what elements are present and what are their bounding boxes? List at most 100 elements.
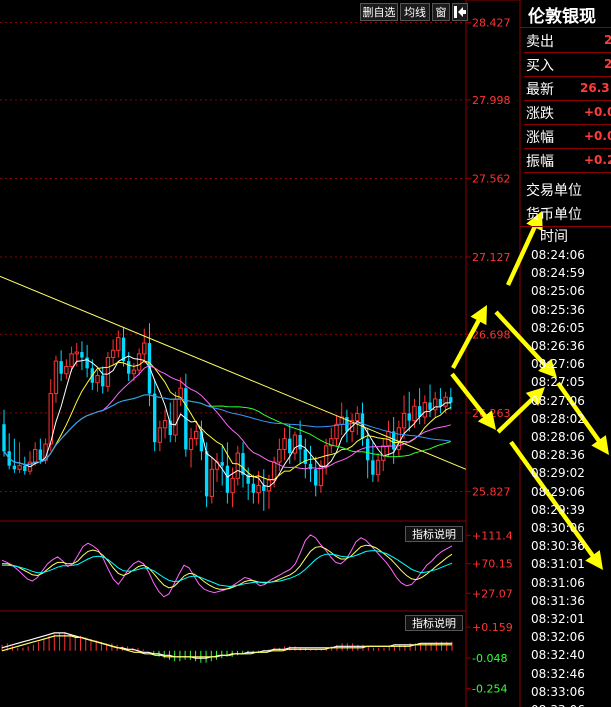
main-y-tick-label: 27.127 — [472, 251, 511, 264]
tick-time: 08:32:01 — [531, 612, 585, 626]
candle-body-up — [271, 461, 277, 481]
candle-body-up — [64, 365, 69, 375]
quote-row: 买入 2 — [524, 52, 611, 77]
candle-body-down — [428, 402, 432, 410]
candle-body-up — [412, 405, 417, 422]
ind2-y-tick-label: -0.048 — [472, 652, 507, 665]
candle-body-up — [282, 438, 287, 450]
candle-body-down — [391, 431, 396, 450]
candle-body-up — [136, 353, 142, 371]
candle-body-up — [375, 459, 381, 476]
ind1-series-1 — [2, 544, 453, 590]
quote-value: 26.3 — [580, 81, 610, 95]
candle-body-down — [371, 460, 375, 475]
quote-value: +0.0 — [584, 129, 611, 143]
main-y-tick-label: 26.698 — [472, 328, 511, 341]
candle-body-down — [12, 465, 17, 470]
candle-body-up — [74, 351, 79, 355]
chart-window: { "toolbar": { "delete_watch": "删自选", "m… — [0, 0, 611, 707]
quote-label: 涨跌 — [526, 106, 554, 122]
quote-value: +0.2 — [584, 153, 611, 167]
candle-body-up — [334, 423, 339, 440]
candle-body-down — [298, 435, 302, 450]
tick-time: 08:31:01 — [531, 557, 585, 572]
candle-body-up — [194, 430, 199, 440]
tick-time: 08:27:06 — [531, 393, 585, 408]
candle-body-up — [32, 448, 38, 463]
candle-body-down — [288, 438, 292, 454]
candle-body-up — [142, 342, 147, 355]
candle-body-up — [230, 477, 235, 494]
tick-time: 08:26:36 — [531, 339, 585, 353]
tick-time: 08:33:06 — [531, 703, 585, 707]
quote-value: 2 — [604, 57, 611, 71]
tick-time: 08:27:06 — [531, 357, 585, 372]
candle-body-down — [127, 361, 131, 374]
tick-time: 08:25:36 — [531, 302, 585, 317]
candle-body-down — [241, 453, 245, 475]
candle-body-up — [401, 412, 407, 429]
tick-time: 08:32:06 — [531, 630, 585, 645]
candle-body-up — [386, 430, 391, 447]
quote-label: 卖出 — [526, 34, 554, 50]
ind1-y-tick-label: +70.15 — [472, 558, 513, 571]
ind1-y-tick-label: +27.07 — [472, 587, 513, 600]
candle-body-up — [157, 427, 163, 443]
time-column-header: 时间 — [540, 229, 568, 245]
candle-body-down — [308, 463, 313, 470]
tick-time: 08:29:39 — [531, 502, 585, 517]
candle-body-up — [105, 356, 111, 387]
tick-time: 08:33:06 — [531, 684, 585, 699]
candle-body-up — [277, 448, 282, 463]
candle-body-down — [101, 375, 105, 387]
candle-body-up — [209, 468, 215, 497]
candle-body-down — [407, 413, 411, 421]
quote-row: 振幅 +0.2 — [524, 148, 611, 173]
candle-body-down — [449, 397, 453, 403]
candle-body-down — [314, 469, 318, 486]
instrument-title: 伦敦银现 — [528, 7, 596, 27]
tick-time: 08:25:06 — [531, 284, 585, 299]
tick-time: 08:29:06 — [531, 484, 585, 499]
candle-body-up — [116, 337, 121, 351]
quote-label: 振幅 — [526, 154, 554, 170]
candle-body-down — [2, 424, 6, 452]
candle-body-up — [235, 452, 240, 479]
tick-time: 08:26:05 — [531, 320, 585, 335]
window-button[interactable]: 窗 — [432, 3, 450, 21]
candle-body-up — [69, 353, 74, 367]
candle-body-down — [262, 485, 266, 491]
resistance-trendline — [0, 275, 467, 470]
quote-label: 最新 — [526, 82, 554, 98]
tick-time: 08:28:36 — [531, 448, 585, 463]
quote-label: 买入 — [526, 58, 554, 74]
candle-body-down — [251, 483, 256, 493]
quote-label: 涨幅 — [526, 130, 554, 146]
main-y-tick-label: 25.827 — [472, 485, 511, 498]
tick-time: 08:32:46 — [531, 666, 585, 681]
tick-time: 08:24:06 — [531, 248, 585, 262]
quote-row: 涨幅 +0.0 — [524, 124, 611, 149]
candle-body-up — [188, 438, 194, 450]
candle-body-up — [95, 375, 100, 384]
delete-watchlist-button[interactable]: 删自选 — [360, 3, 398, 21]
candle-body-up — [162, 420, 168, 429]
tick-time: 08:31:36 — [531, 593, 585, 608]
tick-time: 08:28:02 — [531, 411, 585, 426]
exit-arrow-icon[interactable] — [452, 3, 468, 21]
ind2-y-tick-label: -0.254 — [472, 683, 507, 696]
candle-body-down — [204, 451, 209, 497]
currency-unit-label: 货币单位 — [526, 207, 582, 223]
indicator-info-button-1[interactable]: 指标说明 — [405, 526, 463, 542]
candle-body-up — [53, 360, 59, 395]
tick-time: 08:32:40 — [531, 648, 585, 663]
candle-body-down — [365, 438, 370, 461]
candle-body-up — [173, 398, 178, 436]
candle-body-down — [147, 343, 152, 394]
quote-row: 卖出 2 — [524, 28, 611, 53]
moving-average-button[interactable]: 均线 — [400, 3, 430, 21]
indicator-info-button-2[interactable]: 指标说明 — [405, 615, 463, 631]
quote-row: 涨跌 +0.0 — [524, 100, 611, 125]
tick-time: 08:30:06 — [531, 521, 585, 535]
candle-body-up — [110, 349, 116, 358]
